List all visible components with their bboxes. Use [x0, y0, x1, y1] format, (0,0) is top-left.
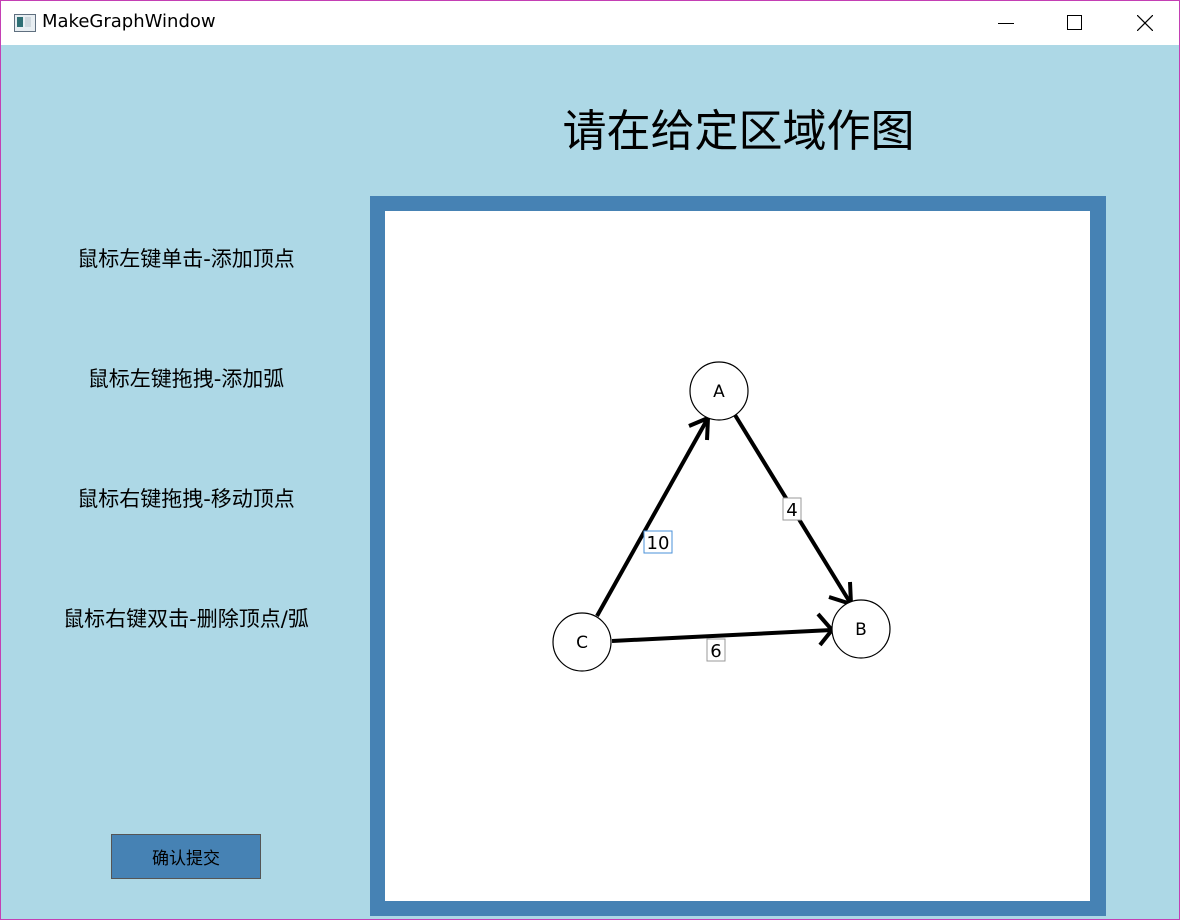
vertex-label: C: [576, 633, 588, 653]
graph-svg: 10 4 6 A B C: [552, 361, 891, 672]
edge-weight-label[interactable]: 4: [782, 497, 802, 521]
maximize-icon: [1067, 15, 1082, 30]
drawing-area-border: 10 4 6 A B C: [370, 196, 1106, 916]
vertex-c[interactable]: C: [552, 612, 612, 672]
weight-text: 6: [710, 641, 721, 662]
close-button[interactable]: [1115, 1, 1175, 45]
vertex-b[interactable]: B: [831, 599, 891, 659]
minimize-button[interactable]: [976, 1, 1036, 45]
main-window: MakeGraphWindow 请在给定区域作图 鼠标左键单击-添加顶点 鼠标左…: [0, 0, 1180, 920]
edge-weight-label[interactable]: 6: [706, 638, 726, 662]
maximize-button[interactable]: [1045, 1, 1105, 45]
vertex-label: B: [855, 620, 867, 640]
minimize-icon: [998, 23, 1014, 24]
instruction-add-vertex: 鼠标左键单击-添加顶点: [77, 247, 295, 271]
close-icon: [1137, 15, 1153, 31]
window-title: MakeGraphWindow: [42, 11, 216, 32]
submit-button[interactable]: 确认提交: [111, 834, 261, 879]
instruction-move-vertex: 鼠标右键拖拽-移动顶点: [77, 487, 295, 511]
app-icon: [14, 14, 36, 32]
window-content: 请在给定区域作图 鼠标左键单击-添加顶点 鼠标左键拖拽-添加弧 鼠标右键拖拽-移…: [1, 45, 1179, 919]
weight-text: 10: [647, 533, 670, 554]
page-title: 请在给定区域作图: [562, 106, 915, 157]
edge-c-a[interactable]: [595, 414, 711, 617]
drawing-canvas[interactable]: 10 4 6 A B C: [385, 211, 1090, 901]
instruction-delete: 鼠标右键双击-删除顶点/弧: [63, 607, 309, 631]
vertex-a[interactable]: A: [689, 361, 749, 421]
vertex-label: A: [713, 382, 725, 402]
edges-layer: [595, 413, 854, 647]
edge-weight-label[interactable]: 10: [643, 530, 673, 554]
title-bar[interactable]: MakeGraphWindow: [1, 1, 1179, 45]
weight-text: 4: [786, 500, 797, 521]
instruction-add-arc: 鼠标左键拖拽-添加弧: [87, 367, 285, 391]
